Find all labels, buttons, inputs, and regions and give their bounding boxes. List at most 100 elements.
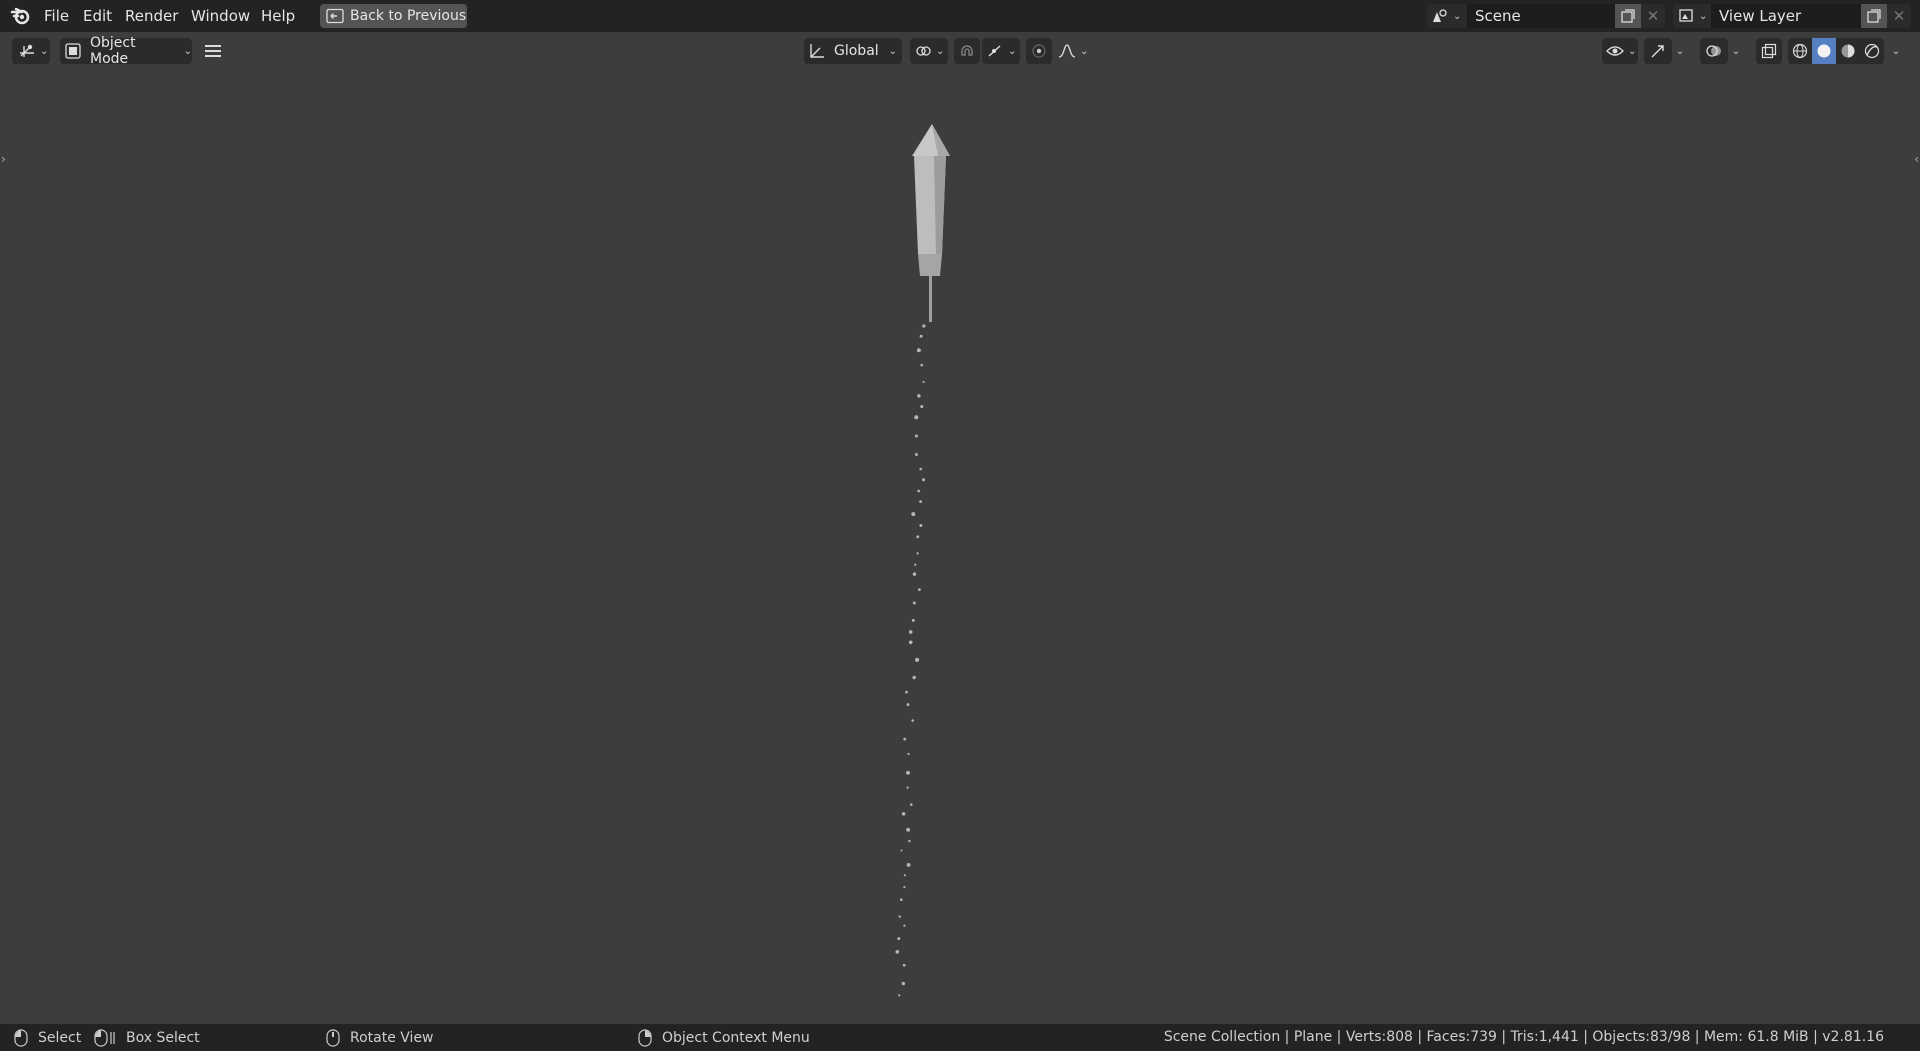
menu-window[interactable]: Window [187, 0, 254, 32]
chevron-down-icon: ⌄ [183, 45, 192, 57]
editor-type-button[interactable]: ⌄ [12, 38, 50, 64]
particle [917, 489, 921, 493]
proportional-falloff-button[interactable]: ⌄ [1054, 38, 1090, 64]
viewport-header: ⌄ Object Mode ⌄ Global ⌄ ⌄ ⌄ ⌄ ⌄ ⌄ ⌄ ⌄ [0, 32, 1920, 68]
new-scene-button[interactable] [1615, 4, 1641, 28]
scene-statistics: Scene Collection | Plane | Verts:808 | F… [1163, 1029, 1884, 1045]
chevron-down-icon: ⌄ [1080, 45, 1089, 57]
chevron-down-icon: ⌄ [1699, 10, 1708, 22]
wireframe-sphere-icon [1792, 43, 1808, 59]
view-layer-icon [1677, 8, 1695, 24]
shading-rendered-button[interactable] [1860, 38, 1884, 64]
proportional-editing-toggle[interactable] [1026, 38, 1052, 64]
menu-help[interactable]: Help [257, 0, 299, 32]
status-context-menu-hint: Object Context Menu [638, 1024, 810, 1051]
top-bar: File Edit Render Window Help Back to Pre… [0, 0, 1920, 32]
duplicate-icon [1866, 8, 1882, 24]
mode-selector[interactable]: Object Mode ⌄ [60, 35, 192, 67]
particle [916, 552, 919, 555]
snap-toggle[interactable] [954, 38, 980, 64]
pivot-point-button[interactable]: ⌄ [910, 38, 948, 64]
scene-icon [1431, 8, 1449, 24]
view-layer-selector: ⌄ View Layer ✕ [1673, 4, 1911, 28]
particle [901, 812, 906, 816]
back-to-previous-button[interactable]: Back to Previous [320, 4, 467, 28]
particle [903, 924, 906, 927]
box-select-hint-label: Box Select [126, 1029, 200, 1046]
particle [911, 618, 915, 622]
3d-viewport[interactable]: › ‹ [0, 68, 1920, 1024]
pivot-icon [914, 43, 932, 59]
particle [919, 467, 923, 471]
particle [903, 886, 906, 889]
new-view-layer-button[interactable] [1861, 4, 1887, 28]
particle [912, 675, 916, 680]
chevron-down-icon: ⌄ [1453, 10, 1462, 22]
mouse-middle-icon [326, 1028, 340, 1047]
delete-view-layer-button[interactable]: ✕ [1887, 4, 1911, 28]
back-to-previous-label: Back to Previous [350, 8, 467, 24]
transform-orientation-selector[interactable]: Global ⌄ [804, 38, 902, 64]
rocket-model[interactable] [912, 124, 950, 322]
visibility-selectability-button[interactable]: ⌄ [1602, 38, 1638, 64]
eye-icon [1606, 43, 1624, 59]
shading-material-button[interactable] [1836, 38, 1860, 64]
rotate-view-hint-label: Rotate View [350, 1029, 434, 1046]
overlays-dropdown[interactable]: ⌄ [1728, 38, 1744, 64]
mouse-drag-icon [94, 1028, 116, 1047]
particle [916, 535, 920, 539]
mouse-right-icon [638, 1028, 652, 1047]
particle [914, 434, 918, 438]
proportional-edit-icon [1031, 43, 1047, 59]
material-sphere-icon [1840, 43, 1856, 59]
particle [919, 500, 922, 503]
select-hint-label: Select [38, 1029, 82, 1046]
menu-file[interactable]: File [40, 0, 73, 32]
particle [907, 752, 910, 756]
viewport-scene [895, 124, 950, 997]
shading-options-dropdown[interactable]: ⌄ [1888, 38, 1904, 64]
particle [919, 334, 923, 338]
orientation-label: Global [834, 43, 879, 59]
status-select-hint: Select [14, 1024, 81, 1051]
gizmo-icon [1649, 43, 1667, 59]
view-layer-name-field[interactable]: View Layer [1711, 4, 1861, 28]
scene-selector: ⌄ Scene ✕ [1427, 4, 1665, 28]
menu-edit[interactable]: Edit [79, 0, 116, 32]
duplicate-icon [1620, 8, 1636, 24]
particle [898, 994, 901, 997]
chevron-down-icon: ⌄ [1731, 45, 1741, 57]
scene-dropdown[interactable]: ⌄ [1427, 4, 1467, 28]
chevron-down-icon: ⌄ [1628, 45, 1637, 57]
view-layer-dropdown[interactable]: ⌄ [1673, 4, 1711, 28]
menu-render[interactable]: Render [121, 0, 182, 32]
chevron-down-icon: ⌄ [936, 45, 945, 57]
scene-name-field[interactable]: Scene [1467, 4, 1615, 28]
delete-scene-button[interactable]: ✕ [1641, 4, 1665, 28]
particle [914, 415, 919, 420]
particle [922, 478, 925, 482]
shading-wireframe-button[interactable] [1788, 38, 1812, 64]
show-overlays-toggle[interactable] [1700, 38, 1728, 64]
chevron-down-icon: ⌄ [1891, 45, 1901, 57]
particle [905, 690, 908, 694]
gizmo-dropdown[interactable]: ⌄ [1672, 38, 1688, 64]
close-icon: ✕ [1892, 7, 1906, 25]
particle [906, 827, 911, 832]
menu-hamburger-button[interactable] [200, 38, 226, 64]
particle [899, 898, 903, 902]
snap-element-button[interactable]: ⌄ [982, 38, 1020, 64]
particle [903, 874, 906, 877]
blender-logo-icon[interactable] [10, 6, 32, 26]
shading-solid-button[interactable] [1812, 38, 1836, 64]
show-gizmo-toggle[interactable] [1644, 38, 1672, 64]
particle [908, 640, 913, 645]
magnet-icon [959, 43, 975, 59]
particle [906, 703, 910, 707]
particle-trail [895, 324, 926, 997]
particle [898, 915, 901, 918]
falloff-curve-icon [1058, 43, 1076, 59]
xray-toggle[interactable] [1756, 38, 1782, 64]
chevron-down-icon: ⌄ [1008, 45, 1017, 57]
particle [914, 453, 918, 456]
